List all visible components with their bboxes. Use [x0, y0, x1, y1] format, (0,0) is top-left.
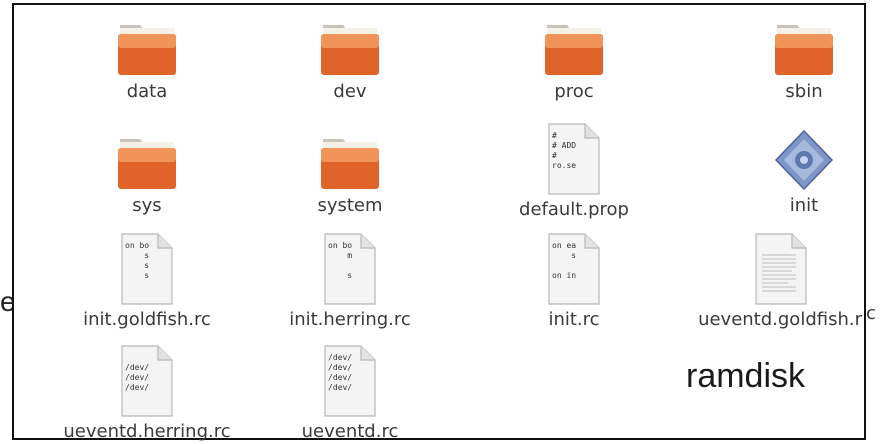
executable-icon [774, 129, 834, 191]
file-label: dev [333, 81, 367, 102]
file-preview: /dev/ /dev/ /dev/ /dev/ [328, 353, 353, 392]
file-preview: on bo m s [328, 241, 353, 280]
file-label: system [317, 195, 383, 216]
folder-icon [545, 25, 603, 75]
file-preview: # # ADD # ro.se [552, 131, 577, 170]
file-item-system[interactable]: system [260, 133, 440, 217]
folder-icon [118, 25, 176, 75]
file-label: proc [554, 81, 594, 102]
slide-caption: ramdisk [686, 357, 806, 395]
folder-icon [775, 25, 833, 75]
folder-icon [321, 25, 379, 75]
file-item-ueventd-goldfish-rc[interactable]: ueventd.goldfish.r [696, 233, 866, 331]
file-item-init[interactable]: init [714, 129, 892, 217]
text-file-icon: on bo s s s [118, 233, 176, 305]
file-item-sys[interactable]: sys [57, 133, 237, 217]
text-file-icon: # # ADD # ro.se [545, 123, 603, 195]
folder-icon [321, 139, 379, 189]
file-item-ueventd-rc[interactable]: /dev/ /dev/ /dev/ /dev/ ueventd.rc [260, 345, 440, 443]
text-file-icon: on bo m s [321, 233, 379, 305]
file-item-ueventd-herring-rc[interactable]: /dev/ /dev/ /dev/ ueventd.herring.rc [57, 345, 237, 443]
file-item-dev[interactable]: dev [260, 19, 440, 103]
file-preview: /dev/ /dev/ /dev/ [125, 363, 150, 392]
file-item-default-prop[interactable]: # # ADD # ro.se default.prop [484, 123, 664, 221]
file-label: init.rc [548, 309, 600, 330]
file-label: sbin [785, 81, 823, 102]
text-file-icon [752, 233, 810, 305]
folder-icon [118, 139, 176, 189]
file-item-sbin[interactable]: sbin [714, 19, 892, 103]
file-label: data [126, 81, 168, 102]
file-preview: on ea s on in [552, 241, 577, 280]
file-label: sys [132, 195, 162, 216]
file-item-init-goldfish-rc[interactable]: on bo s s s init.goldfish.rc [57, 233, 237, 331]
file-label: default.prop [519, 199, 629, 220]
text-file-icon: /dev/ /dev/ /dev/ /dev/ [321, 345, 379, 417]
file-item-init-herring-rc[interactable]: on bo m s init.herring.rc [260, 233, 440, 331]
file-item-proc[interactable]: proc [484, 19, 664, 103]
text-file-icon: /dev/ /dev/ /dev/ [118, 345, 176, 417]
cut-off-text-right: c [866, 303, 876, 324]
file-item-init-rc[interactable]: on ea s on in init.rc [484, 233, 664, 331]
file-label: init [789, 195, 819, 216]
text-file-icon: on ea s on in [545, 233, 603, 305]
file-label: ueventd.goldfish.r [698, 309, 862, 330]
file-label: ueventd.herring.rc [63, 421, 231, 442]
file-label: ueventd.rc [301, 421, 399, 442]
file-preview: on bo s s s [125, 241, 150, 280]
file-label: init.herring.rc [289, 309, 411, 330]
file-label: init.goldfish.rc [83, 309, 211, 330]
slide: e data dev proc sbin sys system # # ADD … [0, 0, 892, 444]
cut-off-text-left: e [0, 286, 12, 317]
file-item-data[interactable]: data [57, 19, 237, 103]
